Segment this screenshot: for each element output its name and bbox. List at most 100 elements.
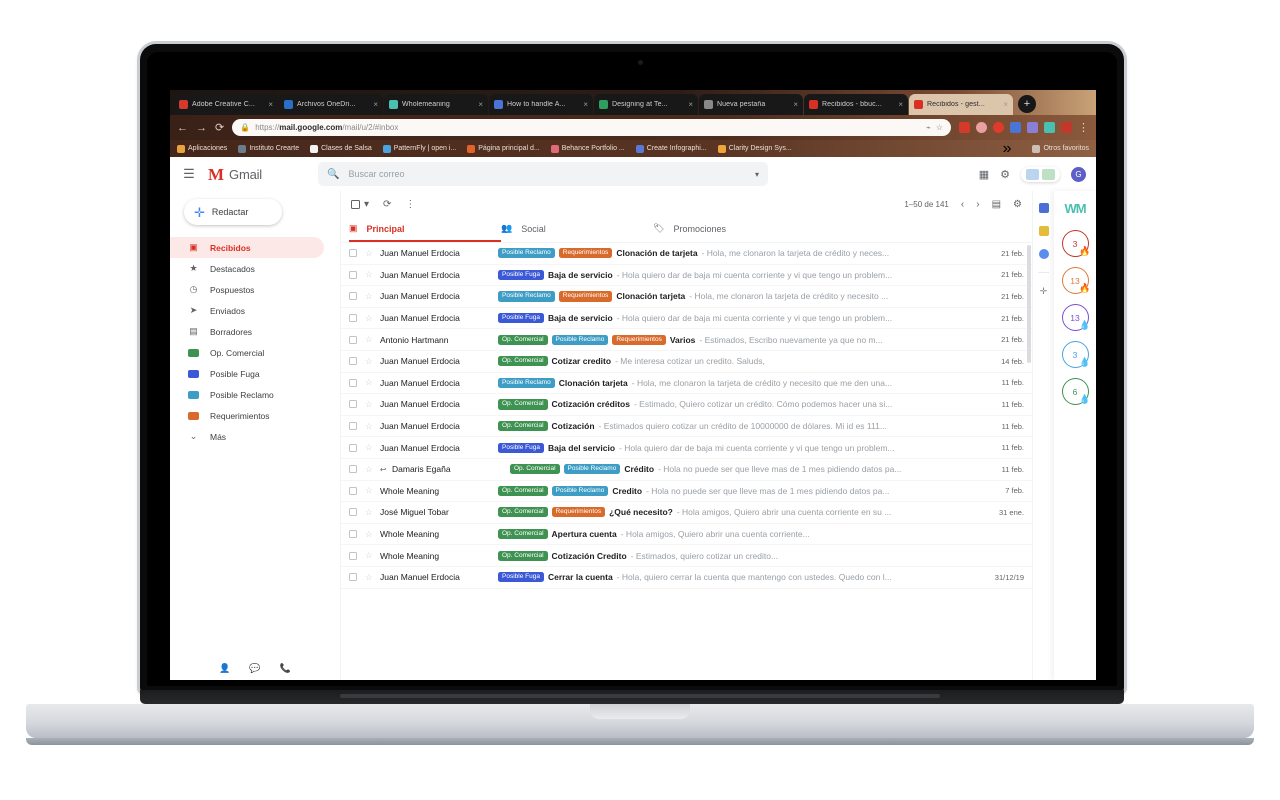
- gmail-logo[interactable]: M Gmail: [208, 166, 318, 183]
- star-icon[interactable]: ☆: [365, 529, 380, 540]
- row-checkbox[interactable]: [349, 249, 365, 258]
- email-label[interactable]: Posible Fuga: [498, 313, 544, 324]
- row-checkbox[interactable]: [349, 486, 365, 495]
- close-icon[interactable]: ×: [1003, 100, 1008, 109]
- table-row[interactable]: ☆ Antonio Hartmann Op. Comercial Posible Re…: [341, 329, 1032, 351]
- email-label[interactable]: Op. Comercial: [498, 550, 548, 561]
- email-label[interactable]: Requerimientos: [612, 334, 666, 345]
- bookmark-item[interactable]: Clarity Design Sys...: [717, 144, 792, 153]
- sidebar-item-destacados[interactable]: ★ Destacados: [170, 258, 324, 279]
- email-label[interactable]: Op. Comercial: [498, 485, 548, 496]
- browser-menu-icon[interactable]: ⋮: [1078, 121, 1089, 134]
- email-label[interactable]: Posible Reclamo: [563, 464, 621, 475]
- tab-principal[interactable]: ▣ Principal: [349, 217, 501, 242]
- tab-social[interactable]: 👥 Social: [501, 217, 653, 242]
- row-checkbox[interactable]: [349, 357, 365, 366]
- browser-tab[interactable]: Designing at Te... ×: [594, 94, 698, 115]
- row-checkbox[interactable]: [349, 292, 365, 301]
- close-icon[interactable]: ×: [688, 100, 693, 109]
- extension-icon-4[interactable]: [1010, 122, 1021, 133]
- list-scrollbar[interactable]: [1027, 245, 1031, 363]
- refresh-icon[interactable]: ⟳: [383, 199, 391, 210]
- star-icon[interactable]: ☆: [365, 464, 380, 475]
- email-label[interactable]: Op. Comercial: [498, 356, 548, 367]
- bookmark-star-icon[interactable]: ☆: [936, 123, 943, 132]
- table-row[interactable]: ☆ Juan Manuel Erdocia Op. Comercial Cotizac…: [341, 394, 1032, 416]
- row-checkbox[interactable]: [349, 314, 365, 323]
- back-icon[interactable]: ←: [177, 122, 188, 134]
- browser-tab[interactable]: How to handle A... ×: [489, 94, 593, 115]
- star-icon[interactable]: ☆: [365, 356, 380, 367]
- prev-page-button[interactable]: ‹: [961, 199, 964, 210]
- tasks-icon[interactable]: [1038, 249, 1049, 259]
- bookmark-item[interactable]: Aplicaciones: [177, 144, 227, 153]
- star-icon[interactable]: ☆: [365, 248, 380, 259]
- table-row[interactable]: ☆ Juan Manuel Erdocia Posible Reclamo Clona…: [341, 373, 1032, 395]
- email-label[interactable]: Op. Comercial: [498, 420, 548, 432]
- close-icon[interactable]: ×: [268, 100, 273, 109]
- status-badge[interactable]: 3 🔥: [1061, 230, 1091, 257]
- main-menu-icon[interactable]: ☰: [170, 166, 208, 182]
- email-label[interactable]: Op. Comercial: [498, 334, 548, 345]
- browser-tab[interactable]: Nueva pestaña ×: [699, 94, 803, 115]
- sidebar-item-op-comercial[interactable]: Op. Comercial: [170, 342, 324, 363]
- chevron-down-icon[interactable]: ▾: [755, 170, 759, 179]
- browser-tab[interactable]: Recibidos - gest... ×: [909, 94, 1013, 115]
- sidebar-item-pospuestos[interactable]: ◷ Pospuestos: [170, 279, 324, 300]
- browser-tab[interactable]: Archivos OneDri... ×: [279, 94, 383, 115]
- star-icon[interactable]: ☆: [365, 269, 380, 280]
- gear-icon[interactable]: ⚙: [1000, 168, 1010, 181]
- bookmark-item[interactable]: PatternFly | open i...: [382, 144, 456, 153]
- star-icon[interactable]: ☆: [365, 550, 380, 561]
- phone-icon[interactable]: 📞: [280, 663, 291, 674]
- table-row[interactable]: ☆ Juan Manuel Erdocia Posible Reclamo Reque…: [341, 286, 1032, 308]
- keep-icon[interactable]: [1038, 226, 1049, 236]
- email-label[interactable]: Posible Reclamo: [551, 485, 609, 496]
- row-checkbox[interactable]: [349, 422, 365, 431]
- row-checkbox[interactable]: [349, 270, 365, 279]
- table-row[interactable]: ☆ Juan Manuel Erdocia Posible Fuga Baja del…: [341, 437, 1032, 459]
- star-icon[interactable]: ☆: [365, 507, 380, 518]
- email-label[interactable]: Posible Reclamo: [498, 377, 555, 388]
- mail-extension-icon[interactable]: [1042, 168, 1055, 180]
- table-row[interactable]: ☆ Whole Meaning Op. Comercial Posible Recla…: [341, 481, 1032, 503]
- close-icon[interactable]: ×: [793, 100, 798, 109]
- row-checkbox[interactable]: [349, 378, 365, 387]
- email-label[interactable]: Op. Comercial: [498, 507, 548, 518]
- email-label[interactable]: Requerimientos: [558, 291, 613, 302]
- table-row[interactable]: ☆ José Miguel Tobar Op. Comercial Requerimi…: [341, 502, 1032, 524]
- table-row[interactable]: ☆ Juan Manuel Erdocia Op. Comercial Cotizar…: [341, 351, 1032, 373]
- extension-icon-7[interactable]: [1061, 122, 1072, 133]
- row-checkbox[interactable]: [349, 335, 365, 344]
- star-icon[interactable]: ☆: [365, 334, 380, 345]
- settings-gear-icon[interactable]: ⚙: [1013, 199, 1022, 210]
- email-label[interactable]: Posible Fuga: [498, 572, 544, 583]
- add-icon[interactable]: ✛: [1040, 286, 1048, 297]
- star-icon[interactable]: ☆: [365, 313, 380, 324]
- table-row[interactable]: ☆ Juan Manuel Erdocia Op. Comercial Cotizac…: [341, 416, 1032, 438]
- table-row[interactable]: ☆ Whole Meaning Op. Comercial Apertura cuen…: [341, 524, 1032, 546]
- email-label[interactable]: Posible Reclamo: [498, 291, 555, 302]
- email-label[interactable]: Op. Comercial: [510, 464, 560, 475]
- extension-icon-5[interactable]: [1027, 122, 1038, 133]
- calendar-icon[interactable]: [1038, 203, 1049, 213]
- reload-icon[interactable]: ⟳: [215, 121, 224, 134]
- chat-icon[interactable]: 💬: [249, 663, 260, 674]
- email-label[interactable]: Requerimientos: [558, 248, 613, 259]
- sidebar-item-recibidos[interactable]: ▣ Recibidos: [170, 237, 324, 258]
- person-icon[interactable]: 👤: [219, 663, 230, 674]
- close-icon[interactable]: ×: [583, 100, 588, 109]
- close-icon[interactable]: ×: [373, 100, 378, 109]
- bookmark-item[interactable]: Behance Portfolio ...: [550, 144, 625, 153]
- more-options-icon[interactable]: ⋮: [405, 199, 415, 210]
- star-icon[interactable]: ☆: [365, 485, 380, 496]
- bookmark-item[interactable]: Instituto Crearte: [238, 144, 299, 153]
- address-bar[interactable]: 🔒 https://mail.google.com/mail/u/2/#inbo…: [232, 119, 951, 136]
- search-input[interactable]: Buscar correo: [348, 169, 746, 179]
- extension-pill[interactable]: [1021, 166, 1060, 182]
- close-icon[interactable]: ×: [478, 100, 483, 109]
- extension-icon-2[interactable]: [976, 122, 987, 133]
- table-row[interactable]: ☆ Juan Manuel Erdocia Posible Fuga Baja de …: [341, 308, 1032, 330]
- tab-promociones[interactable]: 🏷 Promociones: [653, 217, 805, 242]
- row-checkbox[interactable]: [349, 400, 365, 409]
